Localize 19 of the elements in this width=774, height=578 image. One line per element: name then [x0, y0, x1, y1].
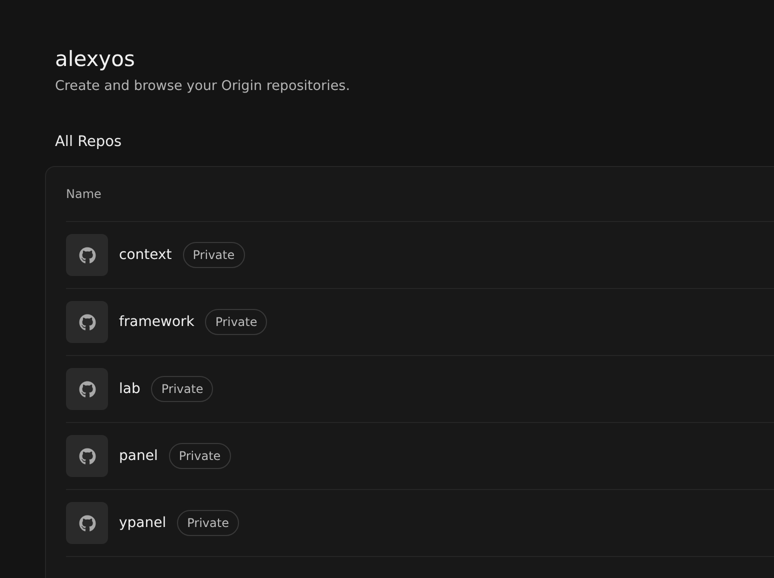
visibility-badge: Private	[151, 376, 214, 402]
cat-logo-icon	[78, 246, 96, 264]
repo-name[interactable]: lab	[119, 381, 140, 397]
cat-logo-icon	[78, 314, 96, 330]
repo-name[interactable]: panel	[119, 448, 158, 464]
repo-name[interactable]: ypanel	[119, 515, 166, 531]
cat-logo-icon	[78, 380, 96, 398]
visibility-badge: Private	[177, 510, 239, 536]
page-title: alexyos	[55, 46, 136, 73]
visibility-badge: Private	[182, 242, 245, 268]
cat-logo-icon	[78, 448, 96, 464]
page-subtitle: Create and browse your Origin repositories.	[55, 77, 351, 96]
column-header: Name	[66, 187, 102, 201]
visibility-badge: Private	[168, 443, 231, 469]
cat-logo-icon	[78, 514, 96, 532]
visibility-badge: Private	[205, 309, 268, 335]
repo-name[interactable]: context	[119, 247, 172, 263]
section-title: All Repos	[55, 133, 123, 152]
repo-name[interactable]: framework	[119, 314, 194, 330]
